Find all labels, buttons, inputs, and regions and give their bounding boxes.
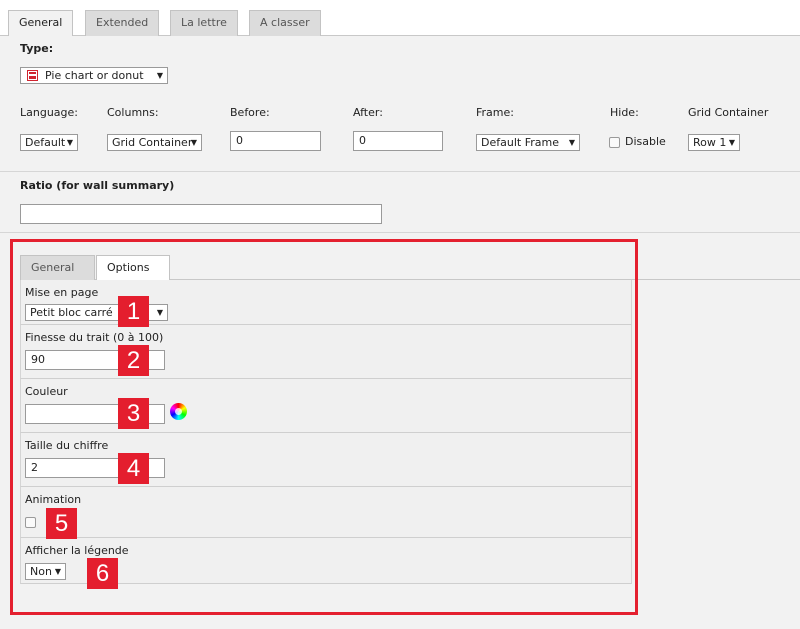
type-select[interactable]: Pie chart or donut ▼: [20, 67, 168, 84]
ratio-input[interactable]: [20, 204, 382, 224]
divider: [0, 232, 800, 233]
frame-select[interactable]: Default Frame ▼: [476, 134, 580, 151]
chevron-down-icon: ▼: [728, 138, 735, 147]
tab-general[interactable]: General: [8, 10, 74, 37]
after-label: After:: [353, 106, 383, 119]
frame-label: Frame:: [476, 106, 514, 119]
columns-select-value: Grid Container: [112, 136, 193, 149]
hide-checkbox[interactable]: [609, 137, 620, 148]
type-label: Type:: [20, 42, 54, 55]
grid-container-select-value: Row 1: [693, 136, 727, 149]
hide-label: Hide:: [610, 106, 639, 119]
language-label: Language:: [20, 106, 78, 119]
after-input[interactable]: 0: [353, 131, 443, 151]
highlight-frame: [10, 239, 638, 615]
ratio-label: Ratio (for wall summary): [20, 179, 175, 192]
grid-container-select[interactable]: Row 1 ▼: [688, 134, 740, 151]
chevron-down-icon: ▼: [156, 71, 163, 80]
chevron-down-icon: ▼: [568, 138, 575, 147]
columns-select[interactable]: Grid Container ▼: [107, 134, 202, 151]
pie-chart-icon: [27, 70, 38, 81]
tab-extended[interactable]: Extended: [85, 10, 160, 36]
frame-select-value: Default Frame: [481, 136, 559, 149]
type-select-value: Pie chart or donut: [45, 69, 144, 82]
columns-label: Columns:: [107, 106, 159, 119]
chevron-down-icon: ▼: [66, 138, 73, 147]
hide-checkbox-label: Disable: [625, 135, 666, 148]
before-label: Before:: [230, 106, 270, 119]
top-tab-bar: General Extended La lettre A classer: [0, 0, 800, 37]
tab-a-classer[interactable]: A classer: [249, 10, 321, 36]
chevron-down-icon: ▼: [190, 138, 197, 147]
language-select-value: Default: [25, 136, 66, 149]
tab-la-lettre[interactable]: La lettre: [170, 10, 238, 36]
divider: [0, 171, 800, 172]
before-input[interactable]: 0: [230, 131, 321, 151]
language-select[interactable]: Default ▼: [20, 134, 78, 151]
grid-container-label: Grid Container: [688, 106, 769, 119]
